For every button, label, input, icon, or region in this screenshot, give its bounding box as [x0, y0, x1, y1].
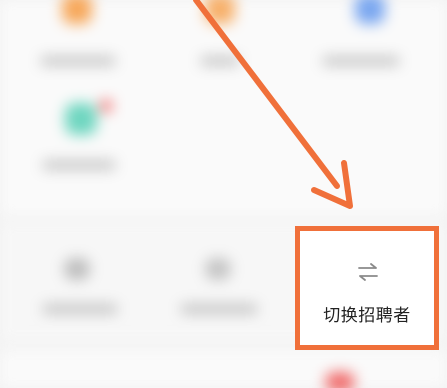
pointer-arrow — [193, 0, 353, 209]
